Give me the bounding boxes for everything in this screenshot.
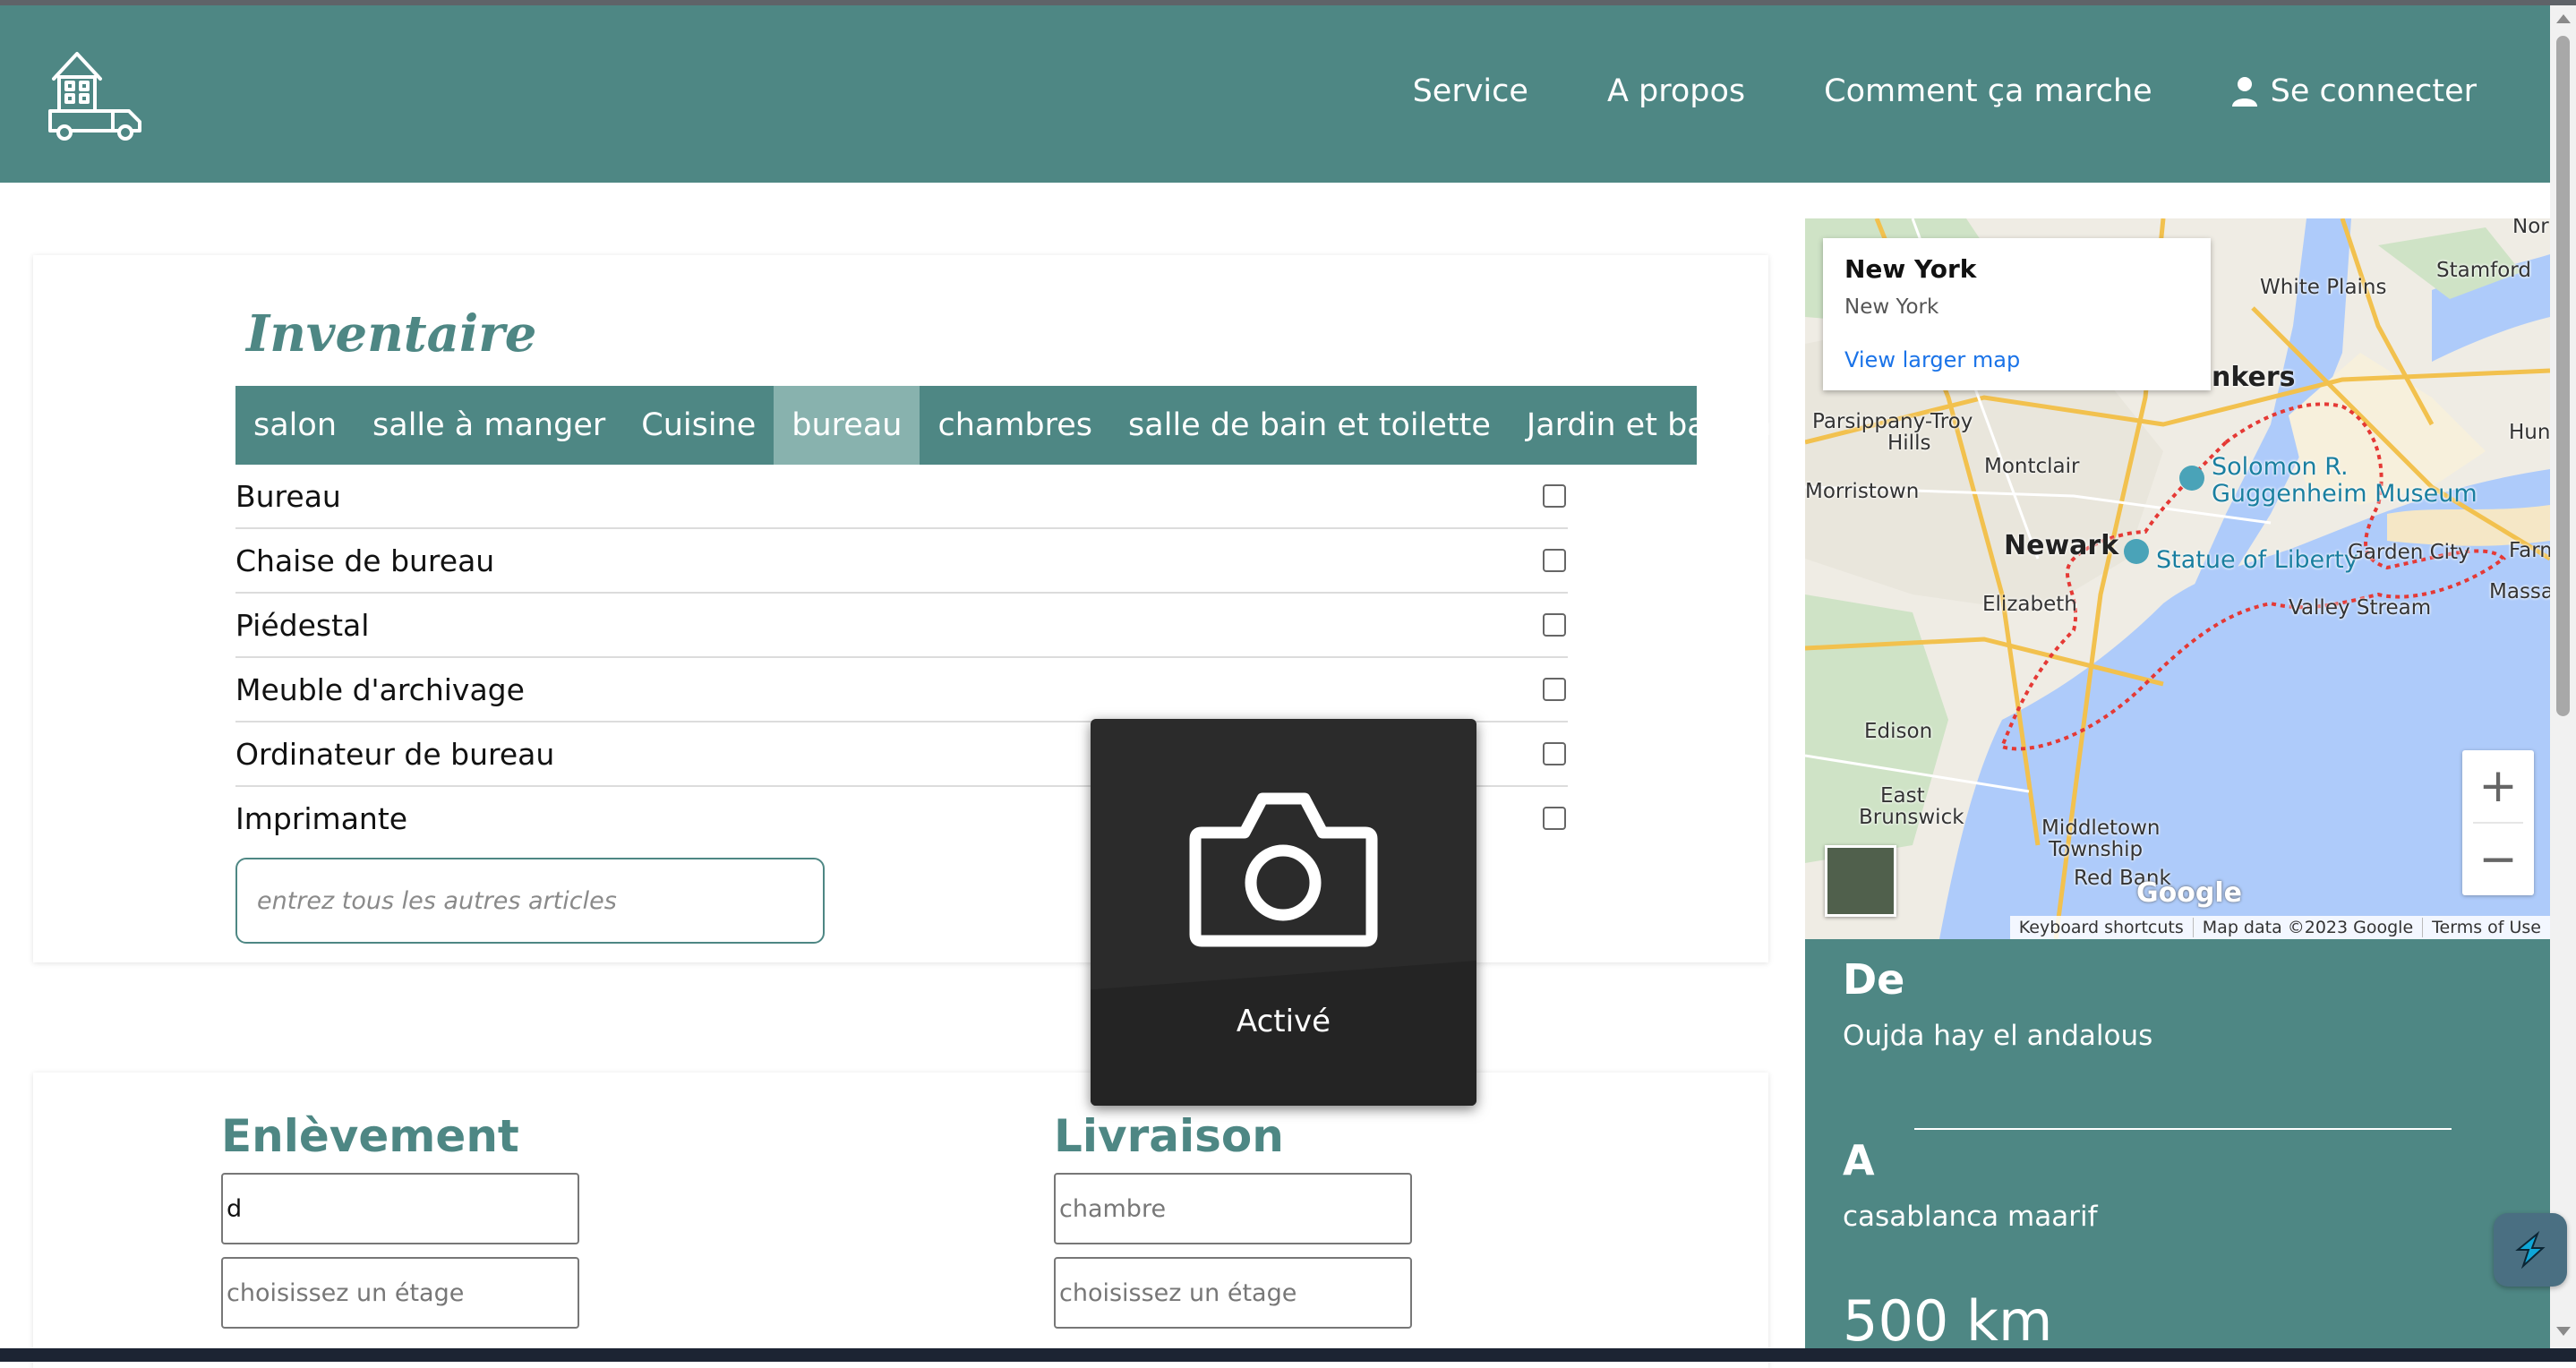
inventory-title: Inventaire — [246, 304, 537, 363]
item-checkbox[interactable] — [1543, 678, 1566, 701]
terms-of-use-link[interactable]: Terms of Use — [2422, 918, 2550, 937]
pickup-room-input[interactable]: d — [221, 1173, 579, 1244]
satellite-toggle-button[interactable] — [1825, 845, 1896, 917]
tab-bureau[interactable]: bureau — [774, 386, 920, 465]
nav-service-link[interactable]: Service — [1413, 73, 1528, 109]
to-value: casablanca maarif — [1843, 1201, 2098, 1233]
zoom-out-button[interactable]: − — [2462, 824, 2534, 895]
keyboard-shortcuts-link[interactable]: Keyboard shortcuts — [2010, 918, 2193, 937]
map-poi-label[interactable]: Guggenheim Museum — [2212, 480, 2478, 508]
delivery-floor-input[interactable]: choisissez un étage — [1054, 1257, 1412, 1329]
map-label: Morristown — [1805, 480, 1920, 503]
addresses-card: Enlèvement d choisissez un étage Livrais… — [33, 1073, 1768, 1368]
page-scrollbar[interactable] — [2550, 5, 2576, 1348]
login-label: Se connecter — [2270, 73, 2477, 109]
list-item: Bureau — [235, 465, 1568, 529]
list-item: Meuble d'archivage — [235, 658, 1568, 722]
item-checkbox[interactable] — [1543, 807, 1566, 830]
delivery-room-input[interactable]: chambre — [1054, 1173, 1412, 1244]
nav-how-it-works-link[interactable]: Comment ça marche — [1824, 73, 2152, 109]
map-label: Stamford — [2436, 259, 2531, 282]
item-label: Piédestal — [235, 607, 370, 643]
popup-title: New York — [1844, 254, 1977, 284]
map-label: Nor — [2512, 218, 2549, 238]
chat-widget-button[interactable] — [2494, 1213, 2567, 1287]
map-poi-label[interactable]: Solomon R. — [2212, 453, 2349, 481]
item-label: Chaise de bureau — [235, 543, 495, 578]
scroll-thumb[interactable] — [2556, 36, 2570, 716]
chat-widget-icon — [2515, 1230, 2546, 1270]
google-map[interactable]: Nor Stamford White Plains nkers Huntin P… — [1805, 218, 2550, 939]
to-label: A — [1843, 1136, 1875, 1184]
item-label: Meuble d'archivage — [235, 671, 525, 707]
map-label: Middletown — [2041, 817, 2161, 840]
camera-icon — [1189, 792, 1378, 947]
scroll-down-arrow-icon[interactable] — [2556, 1327, 2571, 1336]
pickup-floor-input[interactable]: choisissez un étage — [221, 1257, 579, 1329]
map-label: Valley Stream — [2289, 596, 2432, 620]
map-label: Hills — [1887, 432, 1931, 455]
map-label: Brunswick — [1859, 806, 1964, 829]
map-label: Montclair — [1984, 455, 2080, 478]
tab-chambres[interactable]: chambres — [920, 386, 1110, 465]
distance-value: 500 km — [1843, 1288, 2053, 1354]
from-label: De — [1843, 955, 1905, 1004]
map-zoom-control: + − — [2462, 750, 2534, 895]
other-items-input[interactable]: entrez tous les autres articles — [235, 858, 825, 944]
list-item: Chaise de bureau — [235, 529, 1568, 594]
tab-jardin-balcon[interactable]: Jardin et balcon — [1509, 386, 1789, 465]
camera-status-text: Activé — [1236, 1004, 1331, 1039]
item-label: Ordinateur de bureau — [235, 736, 555, 772]
item-label: Imprimante — [235, 800, 408, 836]
room-tabs: salon salle à manger Cuisine bureau cham… — [235, 386, 1771, 465]
map-label: Huntin — [2509, 421, 2550, 444]
item-checkbox[interactable] — [1543, 742, 1566, 765]
map-place-popup: New York New York View larger map — [1823, 238, 2211, 390]
google-logo: Google — [2136, 877, 2242, 909]
nav-about-link[interactable]: A propos — [1607, 73, 1745, 109]
map-data-text: Map data ©2023 Google — [2192, 918, 2422, 937]
map-label: Farming — [2509, 539, 2550, 562]
item-checkbox[interactable] — [1543, 484, 1566, 508]
map-label: Newark — [2004, 530, 2119, 561]
scroll-up-arrow-icon[interactable] — [2556, 14, 2571, 23]
from-value: Oujda hay el andalous — [1843, 1020, 2153, 1052]
map-label: Garden City — [2348, 541, 2470, 564]
list-item: Piédestal — [235, 594, 1568, 658]
tab-cuisine[interactable]: Cuisine — [623, 386, 774, 465]
map-label: White Plains — [2260, 276, 2387, 299]
tab-salle-de-bain[interactable]: salle de bain et toilette — [1110, 386, 1509, 465]
item-checkbox[interactable] — [1543, 613, 1566, 637]
pickup-title: Enlèvement — [221, 1110, 519, 1162]
item-label: Bureau — [235, 478, 341, 514]
inventory-card: Inventaire salon salle à manger Cuisine … — [33, 255, 1771, 962]
popup-subtitle: New York — [1844, 295, 1939, 319]
home-moving-truck-logo-icon[interactable] — [47, 43, 145, 143]
route-summary-panel: De Oujda hay el andalous A casablanca ma… — [1805, 939, 2550, 1354]
zoom-in-button[interactable]: + — [2462, 750, 2534, 822]
map-attribution: Keyboard shortcuts Map data ©2023 Google… — [2009, 916, 2550, 939]
site-header: Service A propos Comment ça marche Se co… — [0, 5, 2550, 183]
delivery-title: Livraison — [1054, 1110, 1284, 1162]
camera-status-overlay: Activé — [1091, 719, 1476, 1106]
map-label: nkers — [2212, 362, 2296, 393]
map-label: Township — [2049, 838, 2144, 861]
map-label: East — [1880, 784, 1925, 808]
main-nav: Service A propos Comment ça marche Se co… — [1413, 73, 2477, 109]
login-link[interactable]: Se connecter — [2231, 73, 2477, 109]
tab-salle-a-manger[interactable]: salle à manger — [355, 386, 623, 465]
item-checkbox[interactable] — [1543, 549, 1566, 572]
user-icon — [2231, 77, 2257, 107]
map-label: Edison — [1864, 720, 1933, 743]
map-label: Elizabeth — [1982, 593, 2077, 616]
tab-salon[interactable]: salon — [235, 386, 355, 465]
taskbar-edge — [0, 1348, 2576, 1362]
summary-divider — [1914, 1128, 2452, 1130]
view-larger-map-link[interactable]: View larger map — [1844, 347, 2020, 372]
map-label: Massapeq — [2489, 580, 2550, 603]
map-poi-label[interactable]: Statue of Liberty — [2156, 546, 2358, 574]
map-label: Parsippany-Troy — [1812, 410, 1973, 433]
